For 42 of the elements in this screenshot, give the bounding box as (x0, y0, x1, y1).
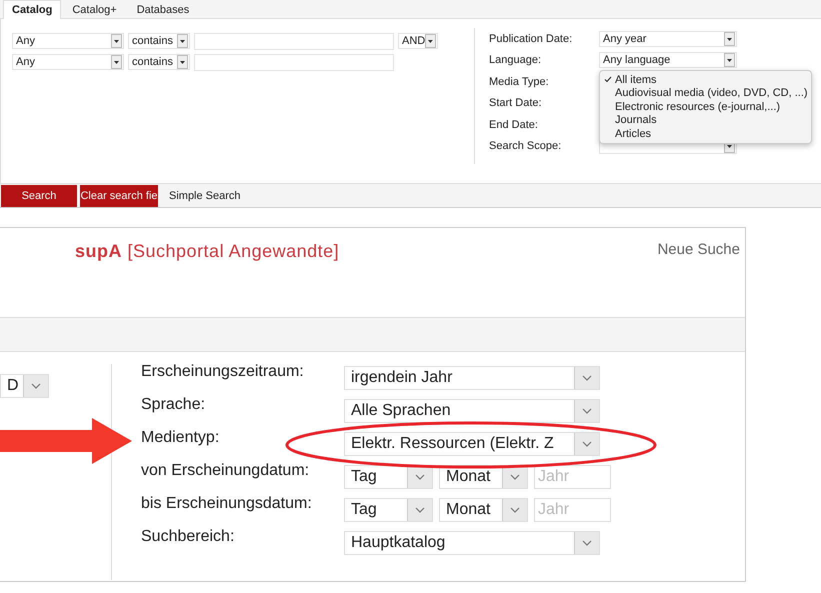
filter-label: Suchbereich: (141, 528, 236, 546)
year-input[interactable]: Jahr (534, 498, 611, 522)
menu-item[interactable]: Articles (600, 127, 811, 140)
tab[interactable]: Databases (128, 0, 198, 18)
filter-label: Erscheinungszeitraum: (141, 363, 305, 381)
dropdown-select[interactable]: Elektr. Ressourcen (Elektr. Z (344, 432, 600, 456)
logo: supA [Suchportal Angewandte] (75, 241, 340, 263)
filter-label: Publication Date: (489, 32, 574, 45)
menu-item[interactable]: Audiovisual media (video, DVD, CD, ...) (600, 86, 811, 100)
filter-label: von Erscheinungdatum: (141, 462, 310, 480)
dropdown-select[interactable]: Any (12, 33, 124, 49)
new-search-link[interactable]: Neue Suche (657, 241, 740, 317)
year-input[interactable]: Jahr (534, 465, 611, 489)
dropdown-select[interactable]: Alle Sprachen (344, 399, 600, 423)
dropdown-select[interactable]: Any language (599, 52, 737, 68)
dropdown-select[interactable]: Any year (599, 30, 737, 47)
filter-label: Sprache: (141, 396, 206, 414)
filter-label: Start Date: (489, 97, 543, 110)
search-button[interactable]: Search (1, 185, 77, 207)
dropdown-select[interactable]: Monat (439, 498, 528, 522)
dropdown-select[interactable]: Tag (344, 498, 433, 522)
dropdown-select[interactable]: irgendein Jahr (344, 366, 600, 390)
filter-label: End Date: (489, 118, 539, 131)
filter-label: Media Type: (489, 76, 550, 88)
clear-button[interactable]: Clear search fie (80, 185, 158, 207)
menu-item[interactable]: All items (600, 73, 811, 86)
filter-label: bis Erscheinungsdatum: (141, 495, 313, 513)
dropdown-select[interactable]: Hauptkatalog (344, 531, 600, 555)
tab[interactable]: Catalog+ (63, 0, 126, 18)
simple-search-link[interactable]: Simple Search (169, 190, 241, 202)
dropdown-select[interactable]: Any (12, 54, 124, 70)
dropdown-select[interactable]: D (0, 374, 49, 398)
dropdown-select[interactable]: Tag (344, 465, 433, 489)
tab[interactable]: Catalog (3, 0, 62, 19)
menu-item[interactable]: Electronic resources (e-journal,...) (600, 100, 811, 114)
dropdown-select[interactable]: contains (128, 33, 190, 49)
dropdown-select[interactable]: AND (398, 33, 438, 49)
filter-label: Search Scope: (489, 140, 562, 152)
filter-label: Language: (489, 54, 542, 66)
filter-label: Medientyp: (141, 429, 220, 447)
dropdown-select[interactable]: contains (128, 54, 190, 70)
menu-item[interactable]: Journals (600, 114, 811, 127)
